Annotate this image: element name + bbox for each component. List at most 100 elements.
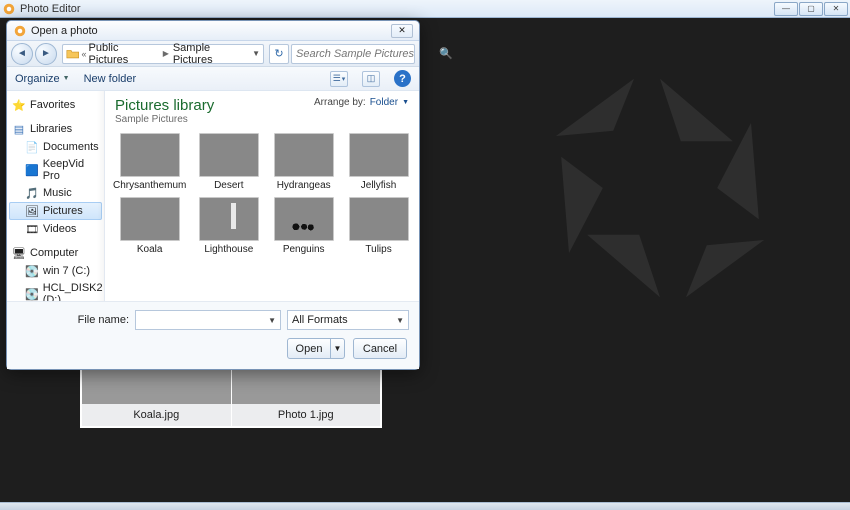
dialog-bottom: File name: ▼ All Formats ▼ Open ▼ Cancel [7, 301, 419, 369]
arrange-value: Folder [370, 97, 398, 108]
thumb-label: Jellyfish [361, 180, 397, 191]
thumb-image [274, 197, 334, 241]
view-mode-button[interactable]: ☰▾ [330, 71, 348, 87]
breadcrumb[interactable]: « Public Pictures ▶ Sample Pictures ▼ [62, 44, 264, 64]
breadcrumb-chev: « [82, 49, 87, 59]
file-name-combo[interactable]: ▼ [135, 310, 281, 330]
star-icon: ⭐ [12, 98, 26, 112]
sidebar-drive[interactable]: 💽win 7 (C:) [9, 262, 102, 280]
file-thumb[interactable]: Hydrangeas [271, 133, 336, 191]
document-icon: 📄 [25, 140, 39, 154]
thumb-image [199, 133, 259, 177]
sidebar-item-label: Documents [43, 141, 99, 153]
search-box[interactable]: 🔍 [291, 44, 415, 64]
file-thumb[interactable]: Koala [113, 197, 186, 255]
minimize-button[interactable]: — [774, 2, 798, 16]
sidebar-computer[interactable]: 🖥 Computer [9, 244, 102, 262]
sidebar-label: Favorites [30, 99, 75, 111]
nav-back-button[interactable]: ◄ [11, 43, 33, 65]
app-title: Photo Editor [20, 3, 81, 15]
arrange-label: Arrange by: [314, 97, 366, 108]
app-titlebar: Photo Editor — ▢ ✕ [0, 0, 850, 18]
search-icon[interactable]: 🔍 [439, 47, 453, 60]
organize-menu[interactable]: Organize ▼ [15, 73, 70, 85]
window-controls: — ▢ ✕ [774, 2, 848, 16]
recent-label: Koala.jpg [82, 404, 231, 426]
chevron-down-icon: ▼ [63, 75, 70, 82]
thumb-label: Hydrangeas [277, 180, 331, 191]
file-type-combo[interactable]: All Formats ▼ [287, 310, 409, 330]
chevron-down-icon: ▼ [402, 99, 409, 106]
file-thumb[interactable]: Penguins [271, 197, 336, 255]
recent-label: Photo 1.jpg [232, 404, 381, 426]
app-icon: 🟦 [25, 163, 39, 177]
file-thumb[interactable]: Tulips [346, 197, 411, 255]
close-button[interactable]: ✕ [824, 2, 848, 16]
sidebar-item-pictures[interactable]: 🖼 Pictures [9, 202, 102, 220]
dialog-icon [13, 24, 27, 38]
sidebar-item-label: win 7 (C:) [43, 265, 90, 277]
sidebar-item-label: KeepVid Pro [43, 158, 99, 182]
sidebar-favorites[interactable]: ⭐ Favorites [9, 96, 102, 114]
aperture-watermark [530, 58, 790, 318]
computer-icon: 🖥 [12, 246, 26, 260]
music-icon: 🎵 [25, 186, 39, 200]
thumb-label: Tulips [365, 244, 391, 255]
library-subtitle: Sample Pictures [115, 114, 214, 125]
pictures-icon: 🖼 [25, 204, 39, 218]
chevron-right-icon: ▶ [161, 49, 171, 58]
thumb-image [349, 133, 409, 177]
breadcrumb-dropdown[interactable]: ▼ [252, 49, 260, 58]
new-folder-button[interactable]: New folder [84, 73, 137, 85]
search-input[interactable] [296, 48, 439, 60]
file-thumb[interactable]: Desert [196, 133, 261, 191]
file-name-label: File name: [17, 314, 129, 326]
preview-pane-button[interactable]: ◫ [362, 71, 380, 87]
open-dropdown-button[interactable]: ▼ [331, 338, 345, 359]
thumbnail-grid: Chrysanthemum Desert Hydrangeas Jellyfis… [105, 129, 419, 301]
file-thumb[interactable]: Lighthouse [196, 197, 261, 255]
dialog-main: Pictures library Sample Pictures Arrange… [105, 91, 419, 301]
sidebar-item-documents[interactable]: 📄 Documents [9, 138, 102, 156]
breadcrumb-item[interactable]: Sample Pictures [173, 42, 250, 66]
taskbar[interactable] [0, 502, 850, 510]
refresh-button[interactable]: ↻ [269, 44, 289, 64]
file-thumb[interactable]: Jellyfish [346, 133, 411, 191]
sidebar-item-keepvid[interactable]: 🟦 KeepVid Pro [9, 156, 102, 184]
thumb-image [274, 133, 334, 177]
chevron-down-icon: ▼ [396, 316, 404, 325]
sidebar-label: Computer [30, 247, 78, 259]
chevron-down-icon: ▼ [268, 316, 276, 325]
cancel-button[interactable]: Cancel [353, 338, 407, 359]
sidebar-item-music[interactable]: 🎵Music [9, 184, 102, 202]
dialog-title: Open a photo [31, 25, 98, 37]
dialog-titlebar[interactable]: Open a photo ✕ [7, 21, 419, 41]
sidebar-item-label: Videos [43, 223, 76, 235]
arrange-by[interactable]: Arrange by: Folder ▼ [314, 97, 409, 108]
drive-icon: 💽 [25, 287, 39, 301]
dialog-close-button[interactable]: ✕ [391, 24, 413, 38]
app-icon [2, 2, 16, 16]
thumb-image [349, 197, 409, 241]
organize-label: Organize [15, 73, 60, 85]
open-button[interactable]: Open [287, 338, 331, 359]
help-button[interactable]: ? [394, 70, 411, 87]
sidebar-label: Libraries [30, 123, 72, 135]
breadcrumb-item[interactable]: Public Pictures [89, 42, 159, 66]
thumb-label: Penguins [283, 244, 325, 255]
dialog-body: ⭐ Favorites ▤ Libraries 📄 Documents 🟦 Keep… [7, 91, 419, 301]
libraries-icon: ▤ [12, 122, 26, 136]
app-body: Koala.jpg Photo 1.jpg Open a photo ✕ ◄ ►… [0, 18, 850, 510]
sidebar-item-videos[interactable]: 🎞Videos [9, 220, 102, 238]
sidebar-item-label: Pictures [43, 205, 83, 217]
sidebar-libraries[interactable]: ▤ Libraries [9, 120, 102, 138]
sidebar: ⭐ Favorites ▤ Libraries 📄 Documents 🟦 Keep… [7, 91, 105, 301]
dialog-nav: ◄ ► « Public Pictures ▶ Sample Pictures … [7, 41, 419, 67]
sidebar-item-label: HCL_DISK2 (D:) [43, 282, 103, 301]
thumb-label: Desert [214, 180, 243, 191]
nav-forward-button[interactable]: ► [35, 43, 57, 65]
maximize-button[interactable]: ▢ [799, 2, 823, 16]
sidebar-drive[interactable]: 💽 HCL_DISK2 (D:) [9, 280, 102, 301]
file-thumb[interactable]: Chrysanthemum [113, 133, 186, 191]
thumb-image [120, 197, 180, 241]
